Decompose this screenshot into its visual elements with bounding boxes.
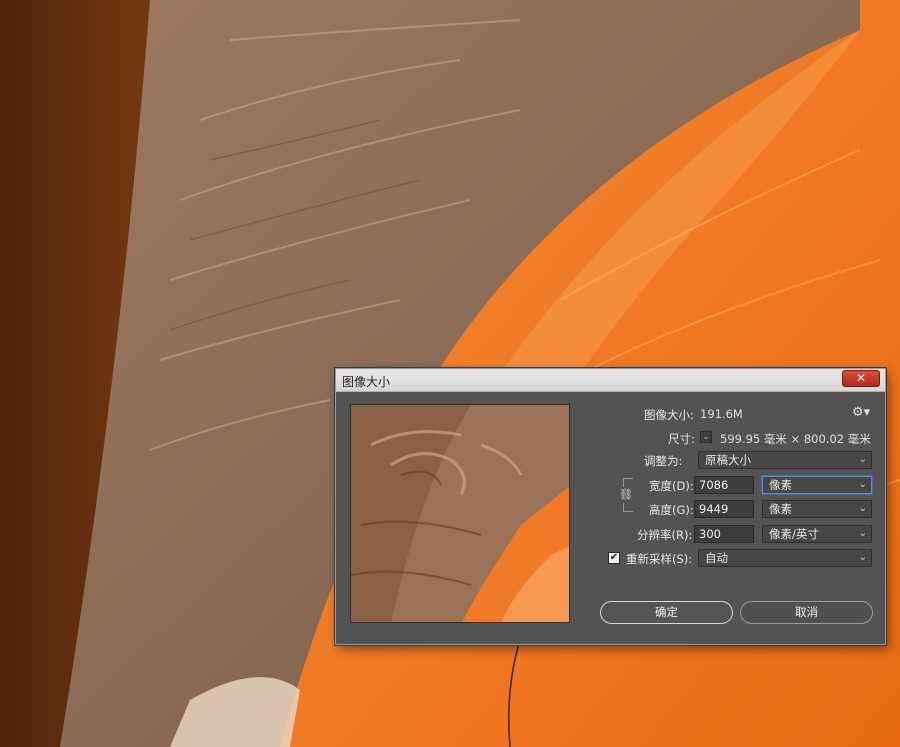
height-label: 高度(G): <box>649 503 694 517</box>
chevron-down-icon: ⌄ <box>858 454 867 465</box>
cancel-button[interactable]: 取消 <box>740 601 873 624</box>
fit-to-select[interactable]: 原稿大小 ⌄ <box>698 451 872 469</box>
chevron-down-icon: ⌄ <box>858 552 867 563</box>
width-label: 宽度(D): <box>649 479 694 493</box>
dimensions-value: 599.95 毫米 × 800.02 毫米 <box>720 432 871 446</box>
close-icon: ✕ <box>855 371 867 385</box>
height-value: 9449 <box>699 502 729 516</box>
resample-value: 自动 <box>705 551 728 565</box>
height-unit-select[interactable]: 像素 ⌄ <box>762 500 872 518</box>
ok-button[interactable]: 确定 <box>600 601 733 624</box>
gear-icon[interactable]: ⚙▾ <box>852 405 872 421</box>
dialog-titlebar[interactable]: 图像大小 ✕ <box>336 369 885 392</box>
dimensions-unit-dropdown[interactable]: ⌄ <box>700 431 712 443</box>
height-input[interactable]: 9449 <box>694 500 754 518</box>
chevron-down-icon: ⌄ <box>858 479 867 490</box>
chevron-down-icon: ⌄ <box>858 503 867 514</box>
width-value: 7086 <box>699 478 729 492</box>
link-icon[interactable]: ⛓ <box>619 487 633 503</box>
dimensions-label: 尺寸: <box>668 432 695 446</box>
image-size-label: 图像大小: <box>644 408 694 422</box>
resample-select[interactable]: 自动 ⌄ <box>698 549 872 567</box>
resample-label: 重新采样(S): <box>626 552 693 566</box>
width-unit-value: 像素 <box>769 478 792 492</box>
image-size-value: 191.6M <box>700 407 743 421</box>
resolution-unit-select[interactable]: 像素/英寸 ⌄ <box>762 525 872 543</box>
resample-checkbox[interactable]: ✔ <box>608 552 620 564</box>
width-input[interactable]: 7086 <box>694 476 754 494</box>
resolution-label: 分辨率(R): <box>637 528 693 542</box>
resolution-input[interactable]: 300 <box>694 525 754 543</box>
image-size-dialog: 图像大小 ✕ 图像大小: 191.6M ⚙▾ 尺寸: ⌄ 599.95 毫米 ×… <box>335 368 886 645</box>
cancel-button-label: 取消 <box>795 605 818 619</box>
fit-to-value: 原稿大小 <box>705 453 751 467</box>
height-unit-value: 像素 <box>769 502 792 516</box>
close-button[interactable]: ✕ <box>842 370 880 387</box>
fit-to-label: 调整为: <box>644 454 683 468</box>
ok-button-label: 确定 <box>655 605 678 619</box>
image-preview[interactable] <box>350 404 570 623</box>
preview-painting <box>351 405 569 622</box>
resolution-value: 300 <box>699 527 721 541</box>
resolution-unit-value: 像素/英寸 <box>769 527 819 541</box>
dialog-title: 图像大小 <box>342 375 391 389</box>
width-unit-select[interactable]: 像素 ⌄ <box>762 476 872 494</box>
chevron-down-icon: ⌄ <box>858 528 867 539</box>
